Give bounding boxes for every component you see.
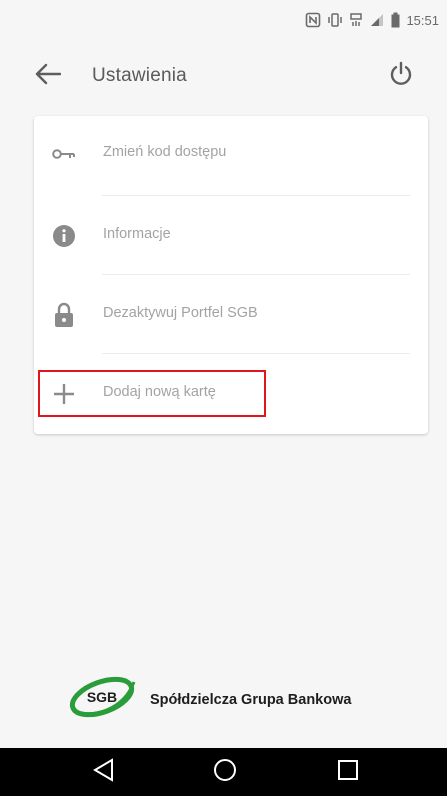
power-icon: [388, 61, 414, 92]
system-nav-bar: [0, 748, 447, 796]
nfc-icon: [305, 12, 321, 28]
key-icon: [50, 140, 78, 168]
recents-square-icon: [337, 759, 359, 786]
highlight-box: [38, 370, 266, 417]
back-triangle-icon: [92, 757, 114, 787]
clock: 15:51: [406, 12, 439, 28]
nav-recents-button[interactable]: [334, 758, 362, 786]
divider: [102, 353, 410, 354]
sgb-badge-text: SGB: [87, 689, 117, 705]
back-button[interactable]: [32, 62, 64, 90]
lock-icon: [50, 301, 78, 329]
page-title: Ustawienia: [92, 65, 187, 86]
sgb-logo-badge: SGB: [66, 674, 138, 725]
logout-button[interactable]: [385, 60, 417, 92]
menu-item-change-access-code[interactable]: Zmień kod dostępu: [34, 116, 428, 192]
menu-item-label: Dezaktywuj Portfel SGB: [103, 305, 258, 321]
divider: [102, 195, 410, 196]
cellular-signal-icon: [369, 12, 385, 28]
divider: [102, 274, 410, 275]
battery-icon: [391, 12, 400, 28]
status-bar: 15:51: [0, 0, 447, 40]
menu-item-label: Zmień kod dostępu: [103, 144, 227, 160]
nav-home-button[interactable]: [211, 758, 239, 786]
menu-item-label: Informacje: [103, 226, 171, 242]
nav-back-button[interactable]: [89, 757, 117, 787]
arrow-left-icon: [35, 63, 62, 90]
settings-card: Zmień kod dostępu Informacje Dezaktywuj …: [34, 116, 428, 434]
vibrate-icon: [327, 12, 343, 28]
data-signal-icon: [349, 12, 363, 28]
settings-screen: 15:51 Ustawienia Zmień kod dostępu Infor…: [0, 0, 447, 796]
menu-item-information[interactable]: Informacje: [34, 198, 428, 274]
menu-item-deactivate-wallet[interactable]: Dezaktywuj Portfel SGB: [34, 277, 428, 353]
home-circle-icon: [213, 758, 237, 787]
sgb-logo: SGB Spółdzielcza Grupa Bankowa: [66, 674, 351, 725]
info-icon: [50, 222, 78, 250]
app-bar: Ustawienia: [0, 48, 447, 104]
logo-text: Spółdzielcza Grupa Bankowa: [150, 691, 352, 708]
